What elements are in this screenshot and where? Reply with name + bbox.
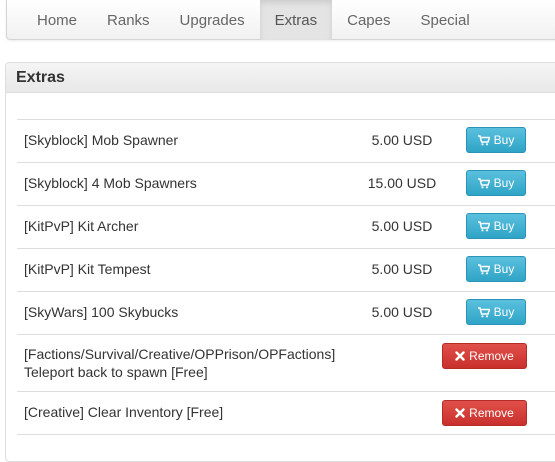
product-name: [Skyblock] 4 Mob Spawners [24, 175, 197, 191]
top-nav: Home Ranks Upgrades Extras Capes Special [6, 0, 555, 40]
nav-ranks[interactable]: Ranks [92, 0, 165, 40]
buy-label: Buy [493, 305, 515, 319]
product-name: [Factions/Survival/Creative/OPPrison/OPF… [24, 346, 336, 380]
product-price: 15.00 USD [367, 175, 437, 191]
buy-button[interactable]: Buy [466, 127, 526, 153]
product-name: [KitPvP] Kit Archer [24, 218, 139, 234]
table-row: [Factions/Survival/Creative/OPPrison/OPF… [17, 335, 555, 392]
nav-extras[interactable]: Extras [259, 0, 333, 40]
buy-label: Buy [493, 176, 515, 190]
product-name: [Creative] Clear Inventory [Free] [24, 404, 224, 420]
buy-button[interactable]: Buy [466, 213, 526, 239]
extras-panel: Extras [Skyblock] Mob Spawner 5.00 USD B… [5, 62, 555, 462]
panel-title: Extras [6, 63, 555, 93]
cart-icon [477, 306, 490, 318]
cart-icon [477, 263, 490, 275]
buy-button[interactable]: Buy [466, 256, 526, 282]
product-price: 5.00 USD [371, 132, 433, 148]
buy-label: Buy [493, 219, 515, 233]
buy-label: Buy [493, 262, 515, 276]
nav-capes[interactable]: Capes [332, 0, 405, 40]
product-price: 5.00 USD [371, 218, 433, 234]
remove-button[interactable]: Remove [442, 400, 527, 426]
remove-label: Remove [469, 349, 514, 363]
table-row: [Skyblock] 4 Mob Spawners 15.00 USD Buy [17, 163, 555, 206]
product-table: [Skyblock] Mob Spawner 5.00 USD Buy [Sky… [17, 119, 555, 435]
buy-label: Buy [493, 133, 515, 147]
buy-button[interactable]: Buy [466, 170, 526, 196]
table-row: [KitPvP] Kit Tempest 5.00 USD Buy [17, 249, 555, 292]
cart-icon [477, 177, 490, 189]
nav-special[interactable]: Special [405, 0, 484, 40]
table-row: [Creative] Clear Inventory [Free] Remove [17, 392, 555, 435]
x-icon [455, 351, 465, 361]
cart-icon [477, 134, 490, 146]
nav-upgrades[interactable]: Upgrades [165, 0, 260, 40]
table-row: [SkyWars] 100 Skybucks 5.00 USD Buy [17, 292, 555, 335]
product-name: [KitPvP] Kit Tempest [24, 261, 151, 277]
table-row: [Skyblock] Mob Spawner 5.00 USD Buy [17, 120, 555, 163]
buy-button[interactable]: Buy [466, 299, 526, 325]
nav-home[interactable]: Home [22, 0, 92, 40]
remove-label: Remove [469, 406, 514, 420]
table-row: [KitPvP] Kit Archer 5.00 USD Buy [17, 206, 555, 249]
product-name: [SkyWars] 100 Skybucks [24, 304, 179, 320]
product-name: [Skyblock] Mob Spawner [24, 132, 179, 148]
remove-button[interactable]: Remove [442, 343, 527, 369]
cart-icon [477, 220, 490, 232]
x-icon [455, 408, 465, 418]
product-price: 5.00 USD [371, 261, 433, 277]
product-price: 5.00 USD [371, 304, 433, 320]
